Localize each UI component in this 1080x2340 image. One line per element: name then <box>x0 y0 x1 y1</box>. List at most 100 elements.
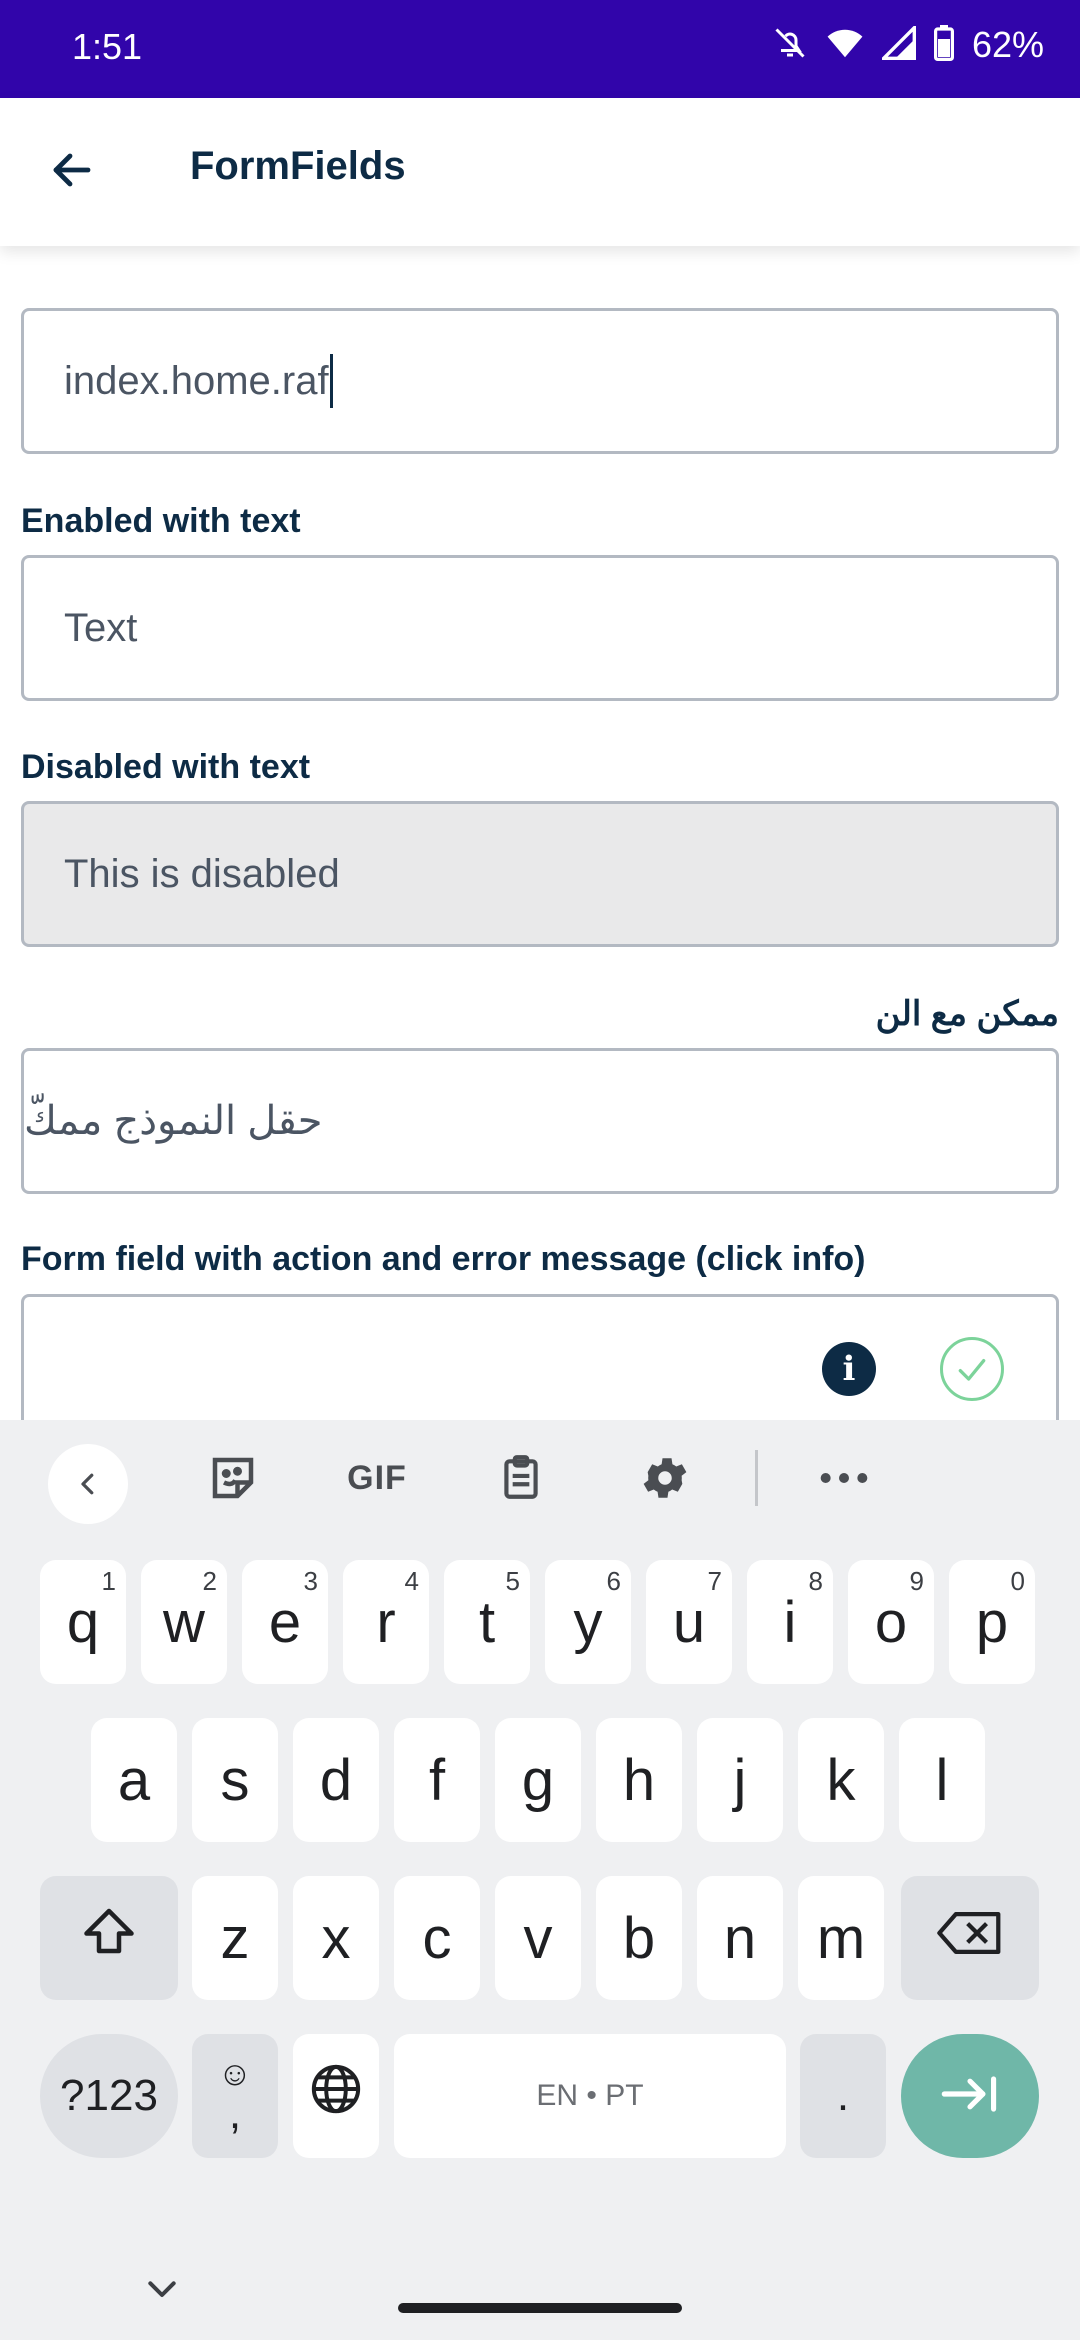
enabled-field-label: Enabled with text <box>21 502 301 540</box>
clipboard-icon[interactable] <box>481 1446 561 1510</box>
key-c-label: c <box>422 1905 452 1971</box>
page-title: FormFields <box>190 144 406 188</box>
check-circle-icon <box>940 1337 1004 1401</box>
key-z[interactable]: z <box>192 1876 278 2000</box>
key-w-hint: 2 <box>202 1566 217 1596</box>
key-b[interactable]: b <box>596 1876 682 2000</box>
key-q[interactable]: q1 <box>40 1560 126 1684</box>
key-i-hint: 8 <box>808 1566 823 1596</box>
key-l-label: l <box>935 1747 949 1813</box>
toolbar-divider <box>755 1450 758 1506</box>
key-b-label: b <box>622 1905 656 1971</box>
key-k-label: k <box>826 1747 856 1813</box>
language-globe-key[interactable] <box>293 2034 379 2158</box>
emoji-comma-key[interactable]: ☺ , <box>192 2034 278 2158</box>
signal-icon <box>879 23 916 65</box>
key-c[interactable]: c <box>394 1876 480 2000</box>
enabled-text-field[interactable]: Text <box>21 555 1059 701</box>
key-o-label: o <box>874 1589 908 1655</box>
space-key-label: EN • PT <box>536 2079 644 2112</box>
key-h-label: h <box>622 1747 656 1813</box>
disabled-text-field: This is disabled <box>21 801 1059 947</box>
symbols-key-label: ?123 <box>60 2071 158 2120</box>
key-v[interactable]: v <box>495 1876 581 2000</box>
key-y-hint: 6 <box>606 1566 621 1596</box>
back-button[interactable] <box>40 140 104 204</box>
backspace-key[interactable] <box>901 1876 1039 2000</box>
key-m-label: m <box>816 1905 866 1971</box>
key-o-hint: 9 <box>909 1566 924 1596</box>
globe-icon <box>308 2061 364 2131</box>
battery-icon <box>933 24 954 66</box>
field-value: index.home.raf <box>64 358 329 403</box>
key-n-label: n <box>723 1905 757 1971</box>
key-r-label: r <box>376 1589 396 1655</box>
key-y[interactable]: y6 <box>545 1560 631 1684</box>
disabled-field-value: This is disabled <box>64 851 340 896</box>
key-k[interactable]: k <box>798 1718 884 1842</box>
action-field-label: Form field with action and error message… <box>21 1240 866 1278</box>
key-j[interactable]: j <box>697 1718 783 1842</box>
hide-keyboard-chevron-icon[interactable] <box>142 2275 182 2305</box>
more-dots-icon[interactable] <box>804 1446 884 1510</box>
shift-key[interactable] <box>40 1876 178 2000</box>
key-i[interactable]: i8 <box>747 1560 833 1684</box>
keyboard-toolbar: GIF <box>0 1420 1080 1536</box>
key-u[interactable]: u7 <box>646 1560 732 1684</box>
key-d-label: d <box>319 1747 353 1813</box>
key-p-label: p <box>975 1589 1009 1655</box>
key-d[interactable]: d <box>293 1718 379 1842</box>
key-z-label: z <box>220 1905 250 1971</box>
key-u-label: u <box>672 1589 706 1655</box>
battery-percent: 62% <box>971 24 1044 65</box>
search-text-field[interactable]: index.home.raf <box>21 308 1059 454</box>
period-key-label: . <box>836 2071 850 2120</box>
settings-gear-icon[interactable] <box>625 1446 705 1510</box>
key-e[interactable]: e3 <box>242 1560 328 1684</box>
key-y-label: y <box>573 1589 603 1655</box>
key-g[interactable]: g <box>495 1718 581 1842</box>
key-p-hint: 0 <box>1010 1566 1025 1596</box>
home-indicator[interactable] <box>398 2303 682 2313</box>
enter-next-key[interactable] <box>901 2034 1039 2158</box>
backspace-icon <box>937 1905 1003 1972</box>
collapse-chevron-icon[interactable] <box>48 1444 128 1524</box>
wifi-icon <box>826 26 864 65</box>
arrow-left-icon <box>48 146 96 199</box>
action-text-field[interactable]: i <box>21 1294 1059 1420</box>
period-key[interactable]: . <box>800 2034 886 2158</box>
emoji-smile-icon: ☺ <box>217 2055 253 2093</box>
key-h[interactable]: h <box>596 1718 682 1842</box>
key-f-label: f <box>428 1747 446 1813</box>
key-t[interactable]: t5 <box>444 1560 530 1684</box>
key-l[interactable]: l <box>899 1718 985 1842</box>
key-e-label: e <box>268 1589 302 1655</box>
status-icons: 62% <box>772 23 1044 66</box>
info-icon[interactable]: i <box>822 1342 876 1396</box>
key-a[interactable]: a <box>91 1718 177 1842</box>
key-n[interactable]: n <box>697 1876 783 2000</box>
rtl-field-label: ممكن مع الن <box>875 995 1059 1033</box>
gif-button[interactable]: GIF <box>337 1446 417 1510</box>
comma-label: , <box>228 2089 242 2138</box>
key-r[interactable]: r4 <box>343 1560 429 1684</box>
key-m[interactable]: m <box>798 1876 884 2000</box>
key-r-hint: 4 <box>404 1566 419 1596</box>
shift-arrow-icon <box>79 1901 139 1975</box>
key-x[interactable]: x <box>293 1876 379 2000</box>
key-o[interactable]: o9 <box>848 1560 934 1684</box>
key-g-label: g <box>521 1747 555 1813</box>
key-u-hint: 7 <box>707 1566 722 1596</box>
form-content: index.home.raf Enabled with text Text Di… <box>0 246 1080 1420</box>
space-key[interactable]: EN • PT <box>394 2034 786 2158</box>
symbols-key[interactable]: ?123 <box>40 2034 178 2158</box>
sticker-icon[interactable] <box>193 1446 273 1510</box>
key-f[interactable]: f <box>394 1718 480 1842</box>
status-time: 1:51 <box>72 26 143 67</box>
soft-keyboard: GIF q1 w2 e3 r4 t5 y6 u7 i8 o9 p0 a s d … <box>0 1420 1080 2340</box>
key-p[interactable]: p0 <box>949 1560 1035 1684</box>
key-q-hint: 1 <box>101 1566 116 1596</box>
rtl-text-field[interactable]: حقل النموذج ممكّ <box>21 1048 1059 1194</box>
key-w[interactable]: w2 <box>141 1560 227 1684</box>
key-s[interactable]: s <box>192 1718 278 1842</box>
